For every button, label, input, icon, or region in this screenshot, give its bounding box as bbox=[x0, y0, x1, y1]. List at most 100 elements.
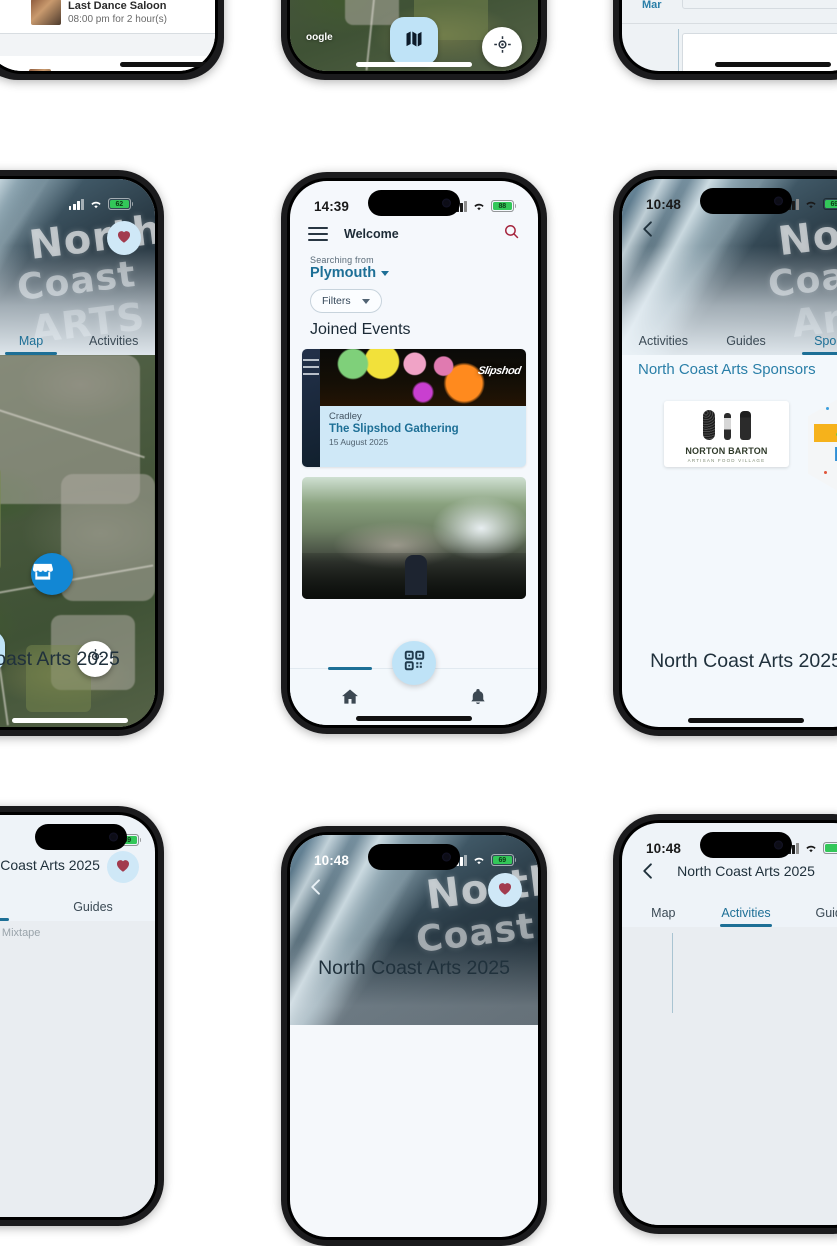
phone-top-right: Fri Mar 08:00 pm for 2 hour(s) bbox=[613, 0, 837, 80]
tab-activities[interactable]: Activities bbox=[0, 900, 31, 921]
tab-guides[interactable]: Guides bbox=[31, 900, 155, 921]
favorite-button[interactable] bbox=[107, 221, 141, 255]
divider bbox=[622, 23, 837, 24]
timeline-rule bbox=[672, 933, 673, 1013]
heart-icon bbox=[115, 227, 133, 250]
heart-icon bbox=[114, 856, 132, 879]
avatar bbox=[31, 0, 61, 25]
event-photo-card[interactable] bbox=[302, 477, 526, 599]
tab-sponsors[interactable]: Spon bbox=[787, 334, 837, 355]
favorite-button[interactable] bbox=[107, 851, 139, 883]
wifi-icon bbox=[804, 843, 818, 854]
map-icon bbox=[404, 29, 424, 54]
map-attribution: oogle bbox=[306, 32, 333, 43]
schedule-card[interactable] bbox=[682, 0, 837, 9]
page-title: orth Coast Arts 2025 bbox=[0, 648, 155, 671]
filters-button[interactable]: Filters bbox=[310, 289, 382, 313]
thumbnail bbox=[29, 69, 51, 71]
status-time: 10:48 bbox=[646, 197, 681, 212]
tab-guides[interactable]: Guides bbox=[705, 334, 788, 355]
poster-band-name: Slipshod bbox=[476, 365, 521, 377]
locate-button[interactable] bbox=[482, 27, 522, 67]
battery-percent: 69 bbox=[499, 857, 506, 864]
phone-screen: 14:39 88 Welcome Searching from Plymouth bbox=[290, 181, 538, 725]
bell-icon[interactable] bbox=[468, 687, 488, 707]
phone-screen: 10:48 North Coast Arts 2025 Map Activiti… bbox=[622, 823, 837, 1225]
search-from-label: Searching from bbox=[310, 255, 374, 265]
event-card[interactable]: Slipshod Cradley The Slipshod Gathering … bbox=[302, 349, 526, 467]
status-indicators: 69 bbox=[452, 854, 516, 866]
back-button[interactable] bbox=[638, 861, 660, 883]
tab-map[interactable]: Map bbox=[0, 334, 72, 355]
phone-bezel: 14:39 88 Welcome Searching from Plymouth bbox=[287, 178, 541, 728]
photo-performer bbox=[405, 555, 427, 595]
favorite-button[interactable] bbox=[488, 873, 522, 907]
urban-block bbox=[61, 474, 155, 600]
phone-screen: 69 North Coast Arts 2025 Activities Guid… bbox=[0, 815, 155, 1217]
battery-icon: 88 bbox=[491, 200, 516, 212]
tab-map[interactable]: Map bbox=[622, 906, 705, 927]
chevron-down-icon bbox=[362, 299, 370, 304]
list-item[interactable]: Last Dance Saloon 08:00 pm for 2 hour(s) bbox=[31, 0, 167, 25]
home-indicator[interactable] bbox=[688, 718, 804, 723]
sponsor-card-map-your-event[interactable]: Map Yo EVEN bbox=[808, 385, 837, 505]
wifi-icon bbox=[89, 199, 103, 210]
locate-icon bbox=[493, 35, 512, 59]
venue-pin[interactable] bbox=[31, 553, 73, 595]
home-icon[interactable] bbox=[340, 687, 360, 707]
timeline-rule bbox=[678, 29, 679, 71]
phone-screen: North Coast ARTS 62 orth Coast Arts 2025… bbox=[0, 179, 155, 727]
map-view[interactable]: oogle bbox=[290, 0, 538, 71]
wifi-icon bbox=[804, 199, 818, 210]
tab-activities[interactable]: Activities bbox=[705, 906, 788, 927]
map-view[interactable] bbox=[0, 355, 155, 727]
section-title: Joined Events bbox=[310, 321, 411, 339]
qr-scan-button[interactable] bbox=[392, 641, 436, 685]
content-band bbox=[622, 927, 837, 1225]
event-location: Cradley bbox=[329, 411, 517, 422]
home-indicator[interactable] bbox=[356, 716, 472, 721]
dynamic-island bbox=[35, 824, 127, 850]
phone-bezel: North Coast 10:48 69 North Coast Arts 20… bbox=[287, 832, 541, 1240]
active-tab-indicator bbox=[328, 667, 372, 670]
home-indicator[interactable] bbox=[715, 62, 831, 67]
page-title: Welcome bbox=[344, 227, 503, 241]
event-name: The Slipshod Gathering bbox=[329, 423, 517, 435]
tab-guides[interactable]: Guid bbox=[787, 906, 837, 927]
phone-mid-right: Nort Coas Ar 10:48 69 North Coast Arts 2… bbox=[613, 170, 837, 736]
tab-bar: Activities Guides Spon bbox=[622, 321, 837, 355]
page-title: North Coast Arts 2025 bbox=[290, 957, 538, 980]
hamburger-icon[interactable] bbox=[308, 227, 328, 241]
back-button[interactable] bbox=[306, 877, 328, 899]
store-icon bbox=[31, 560, 73, 589]
tab-activities[interactable]: Activities bbox=[622, 334, 705, 355]
home-indicator[interactable] bbox=[120, 62, 218, 67]
battery-icon: 62 bbox=[108, 198, 133, 210]
sponsor-name-line1: Map Yo bbox=[814, 424, 837, 442]
phone-bottom-left: 69 North Coast Arts 2025 Activities Guid… bbox=[0, 806, 164, 1226]
back-button[interactable] bbox=[638, 219, 660, 241]
sponsor-card-norton-barton[interactable]: NORTON BARTON ARTISAN FOOD VILLAGE bbox=[664, 401, 789, 467]
battery-percent: 69 bbox=[831, 201, 837, 208]
home-indicator[interactable] bbox=[12, 718, 128, 723]
phone-bezel: Nort Coas Ar 10:48 69 North Coast Arts 2… bbox=[619, 176, 837, 730]
search-icon[interactable] bbox=[503, 223, 520, 245]
phone-bezel: Fri Mar 08:00 pm for 2 hour(s) bbox=[619, 0, 837, 74]
map-layer-button[interactable] bbox=[390, 17, 438, 65]
sponsors-section-title: North Coast Arts Sponsors bbox=[638, 361, 816, 378]
city-selector[interactable]: Plymouth bbox=[310, 265, 389, 281]
phone-bezel: 10:48 North Coast Arts 2025 Map Activiti… bbox=[619, 820, 837, 1228]
wifi-icon bbox=[472, 201, 486, 212]
battery-percent: 62 bbox=[116, 201, 123, 208]
city-label: Plymouth bbox=[310, 265, 376, 281]
dynamic-island bbox=[368, 190, 460, 216]
home-indicator[interactable] bbox=[356, 62, 472, 67]
phone-mid-left: North Coast ARTS 62 orth Coast Arts 2025… bbox=[0, 170, 164, 736]
battery-icon bbox=[823, 842, 837, 854]
phone-bottom-center: North Coast 10:48 69 North Coast Arts 20… bbox=[281, 826, 547, 1246]
tab-activities[interactable]: Activities bbox=[72, 334, 155, 355]
battery-percent: 88 bbox=[499, 203, 506, 210]
dynamic-island bbox=[700, 188, 792, 214]
phone-top-left: Last Dance Saloon 08:00 pm for 2 hour(s) bbox=[0, 0, 224, 80]
event-card-body: Slipshod Cradley The Slipshod Gathering … bbox=[320, 349, 526, 467]
